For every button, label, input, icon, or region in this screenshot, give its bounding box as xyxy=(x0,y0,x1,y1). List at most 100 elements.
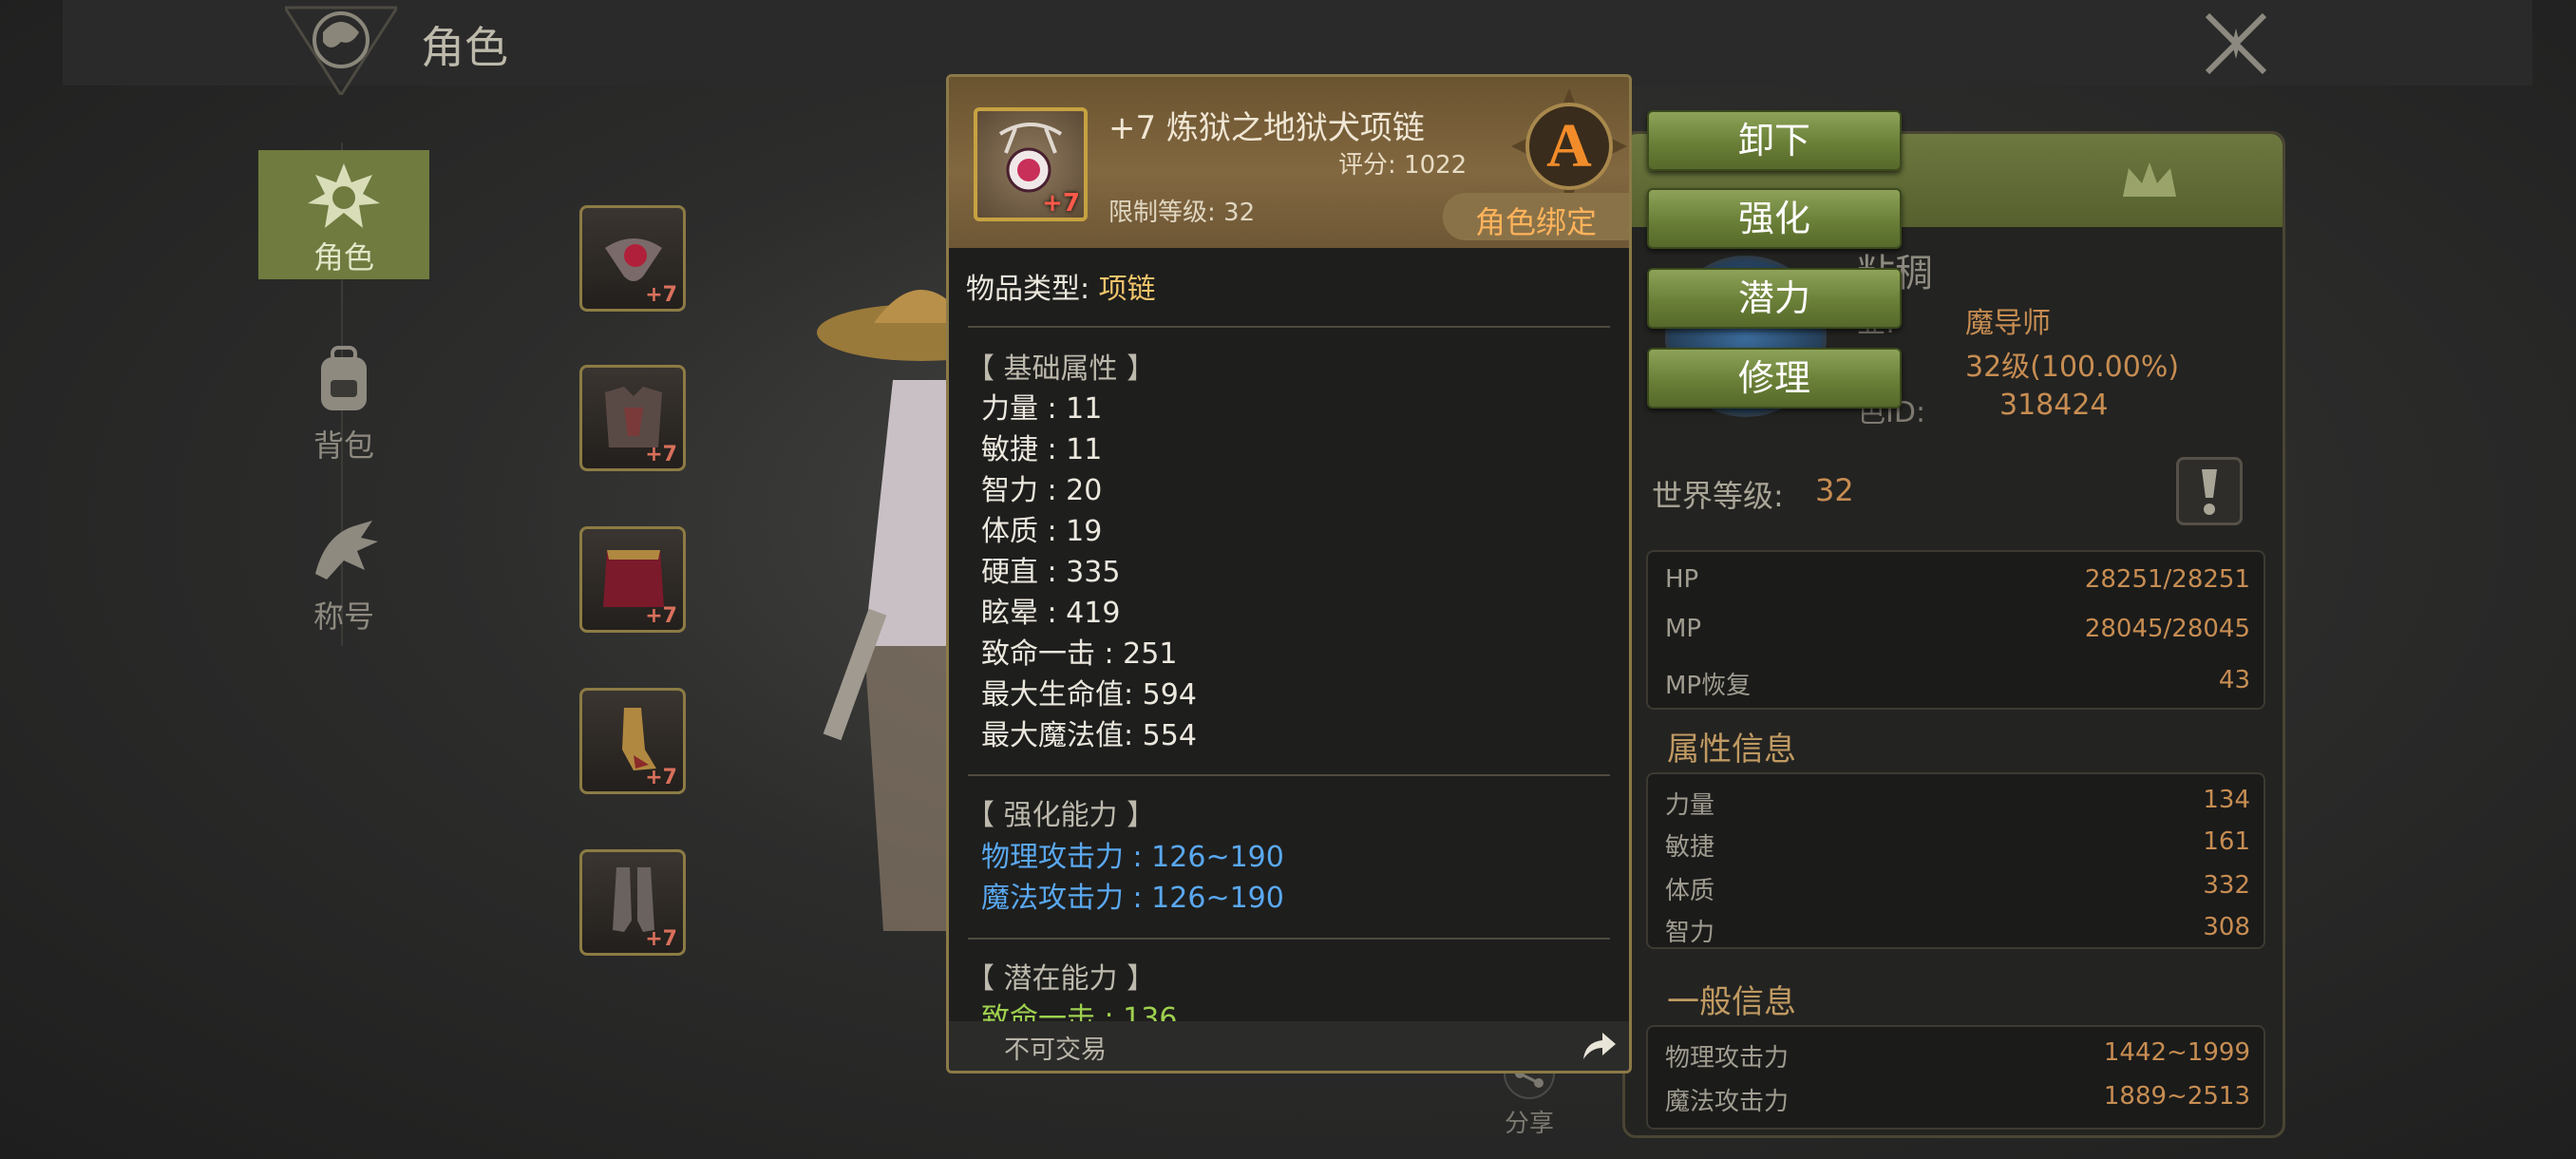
enhance-level: +7 xyxy=(645,283,677,307)
stat-row: HP 28251/28251 xyxy=(1665,565,2250,603)
basic-stat: 体质 : 19 xyxy=(981,515,1103,548)
dragon-emblem-icon xyxy=(282,4,400,98)
sun-crest-icon xyxy=(308,163,380,228)
item-name: +7 炼狱之地狱犬项链 xyxy=(1108,109,1425,147)
stat-value: 1889~2513 xyxy=(2103,1082,2250,1111)
crown-icon xyxy=(2123,162,2176,197)
divider xyxy=(968,326,1610,328)
enhance-level: +7 xyxy=(1042,189,1080,218)
stat-label: 魔法攻击力 xyxy=(1665,1088,1790,1116)
basic-stat: 最大生命值: 594 xyxy=(981,678,1197,712)
stat-value: 161 xyxy=(2203,827,2250,856)
basic-stat: 智力 : 20 xyxy=(981,474,1103,507)
item-score: 评分: 1022 xyxy=(1338,151,1468,180)
unequip-button[interactable]: 卸下 xyxy=(1647,110,1902,171)
page-title: 角色 xyxy=(421,22,508,73)
info-button[interactable] xyxy=(2176,457,2243,525)
item-tooltip: +7 +7 炼狱之地狱犬项链 评分: 1022 限制等级: 32 A 角色绑定 … xyxy=(946,74,1632,1074)
general-title: 一般信息 xyxy=(1667,983,1796,1021)
id-value: 318424 xyxy=(1999,389,2109,422)
enhance-stat: 魔法攻击力 : 126~190 xyxy=(981,882,1284,915)
stat-value: 43 xyxy=(2218,666,2250,694)
bind-text: 角色绑定 xyxy=(1474,204,1597,240)
stat-label: 敏捷 xyxy=(1665,833,1715,862)
level-requirement: 限制等级: 32 xyxy=(1108,199,1256,227)
stat-row: 体质 332 xyxy=(1665,871,2250,909)
attributes-box: 力量 134 敏捷 161 体质 332 智力 308 xyxy=(1646,772,2265,949)
potential-abilities-title: 【 潜在能力 】 xyxy=(966,962,1156,996)
stat-value: 28251/28251 xyxy=(2084,565,2250,594)
stat-label: MP xyxy=(1665,615,1702,643)
nav-item-label: 称号 xyxy=(313,598,374,635)
equip-slot-belt[interactable]: +7 xyxy=(579,526,686,633)
nav-item-label: 背包 xyxy=(313,428,374,464)
stat-value: 134 xyxy=(2203,786,2250,814)
backpack-icon xyxy=(321,346,367,410)
enhance-level: +7 xyxy=(645,927,677,951)
repair-button[interactable]: 修理 xyxy=(1647,348,1902,408)
close-button[interactable] xyxy=(2202,10,2270,78)
enhance-button[interactable]: 强化 xyxy=(1647,188,1902,249)
world-level-label: 世界等级: xyxy=(1652,478,1784,514)
nav-item-role[interactable]: 角色 xyxy=(258,150,429,279)
stat-row: 智力 308 xyxy=(1665,913,2250,951)
stat-label: 物理攻击力 xyxy=(1665,1044,1790,1073)
grade-emblem-icon: A xyxy=(1511,88,1627,204)
bind-tag: 角色绑定 xyxy=(1443,193,1629,240)
share-label: 分享 xyxy=(1504,1110,1554,1138)
stat-value: 308 xyxy=(2203,913,2250,941)
enhance-stat: 物理攻击力 : 126~190 xyxy=(981,841,1284,874)
basic-attributes-title: 【 基础属性 】 xyxy=(966,352,1156,386)
share-arrow-icon[interactable] xyxy=(1580,1027,1618,1065)
stat-value: 1442~1999 xyxy=(2103,1038,2250,1067)
stat-row: MP 28045/28045 xyxy=(1665,615,2250,653)
basic-stat: 硬直 : 335 xyxy=(981,556,1121,589)
stat-label: 智力 xyxy=(1665,919,1715,947)
item-type-label: 物品类型: 项链 xyxy=(966,265,1156,307)
stat-row: MP恢复 43 xyxy=(1665,666,2250,704)
close-icon xyxy=(2205,12,2267,75)
untradeable-text: 不可交易 xyxy=(1004,1036,1107,1065)
stat-value: 332 xyxy=(2203,871,2250,900)
nav-item-title[interactable]: 称号 xyxy=(258,505,429,635)
basic-stat: 敏捷 : 11 xyxy=(981,433,1103,466)
grade-badge: A xyxy=(1509,86,1629,206)
stat-value: 28045/28045 xyxy=(2084,615,2250,643)
enhance-level: +7 xyxy=(645,766,677,789)
type-value: 项链 xyxy=(1098,273,1156,306)
world-level-value: 32 xyxy=(1815,472,1854,508)
equip-slot-necklace[interactable]: +7 xyxy=(579,205,686,312)
basic-stat: 致命一击 : 251 xyxy=(981,637,1178,671)
equip-slot-boots[interactable]: +7 xyxy=(579,849,686,956)
stat-row: 物理攻击力 1442~1999 xyxy=(1665,1038,2250,1076)
stat-label: 体质 xyxy=(1665,877,1715,905)
divider xyxy=(968,774,1610,776)
enhance-level: +7 xyxy=(645,443,677,466)
stat-row: 力量 134 xyxy=(1665,786,2250,824)
equip-slot-leggings[interactable]: +7 xyxy=(579,688,686,794)
enhance-level: +7 xyxy=(645,604,677,628)
stat-label: MP恢复 xyxy=(1665,672,1752,700)
nav-item-label: 角色 xyxy=(313,239,374,276)
potential-button[interactable]: 潜力 xyxy=(1647,268,1902,329)
tooltip-footer: 不可交易 xyxy=(949,1021,1629,1071)
divider xyxy=(968,938,1610,940)
nav-item-bag[interactable]: 背包 xyxy=(258,334,429,464)
basic-stat: 眩晕 : 419 xyxy=(981,597,1121,630)
basic-stat: 最大魔法值: 554 xyxy=(981,719,1197,752)
attributes-title: 属性信息 xyxy=(1667,731,1796,769)
enhance-abilities-title: 【 强化能力 】 xyxy=(966,799,1156,832)
job-value: 魔导师 xyxy=(1965,307,2051,340)
stat-row: 魔法攻击力 1889~2513 xyxy=(1665,1082,2250,1120)
type-label: 物品类型: xyxy=(966,273,1090,306)
stat-label: 力量 xyxy=(1665,791,1715,820)
stat-label: HP xyxy=(1665,565,1699,594)
level-value: 32级(100.00%) xyxy=(1965,351,2180,384)
equip-slot-armor[interactable]: +7 xyxy=(579,365,686,471)
grade-letter: A xyxy=(1546,111,1592,180)
exclamation-icon xyxy=(2202,469,2217,515)
stat-row: 敏捷 161 xyxy=(1665,827,2250,865)
general-box: 物理攻击力 1442~1999 魔法攻击力 1889~2513 xyxy=(1646,1025,2265,1130)
item-icon: +7 xyxy=(974,107,1088,221)
basic-stat: 力量 : 11 xyxy=(981,392,1103,426)
